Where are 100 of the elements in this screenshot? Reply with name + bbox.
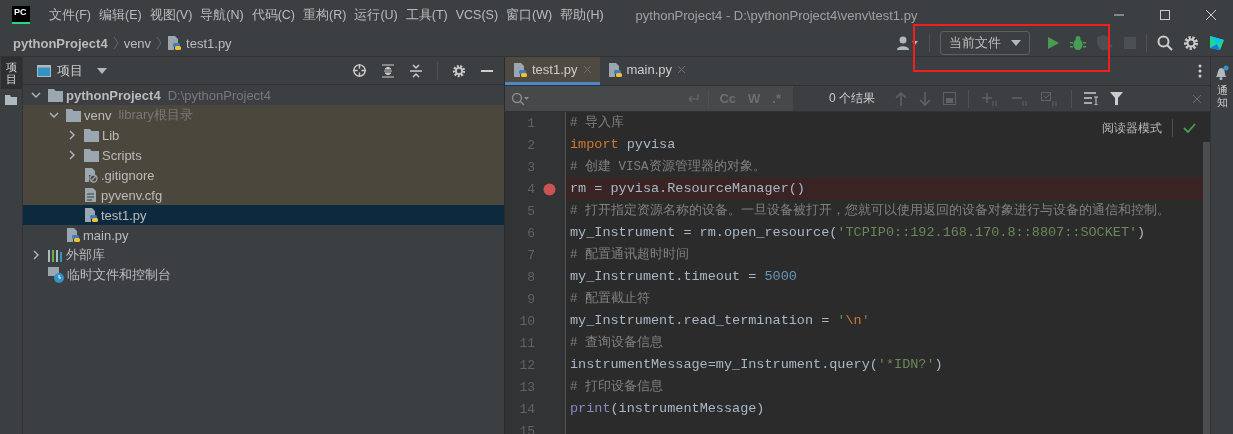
tree-row[interactable]: pythonProject4 D:\pythonProject4 bbox=[23, 85, 504, 105]
more-icon[interactable] bbox=[1198, 64, 1202, 78]
tree-row[interactable]: Scripts bbox=[23, 145, 504, 165]
check-icon bbox=[1183, 123, 1196, 133]
python-file-icon bbox=[66, 227, 80, 243]
app-logo: PC bbox=[12, 6, 30, 24]
tree-row[interactable]: 临时文件和控制台 bbox=[23, 265, 504, 285]
python-file-icon bbox=[167, 35, 182, 51]
code-line: my_Instrument.read_termination = '\n' bbox=[569, 312, 870, 330]
tab-label[interactable]: main.py bbox=[626, 62, 673, 77]
tree-label: Lib bbox=[102, 127, 120, 143]
collapse-all-icon[interactable] bbox=[409, 63, 423, 78]
tree-label: 外部库 bbox=[66, 246, 105, 264]
code-line: # 查询设备信息 bbox=[569, 334, 663, 352]
tree-row[interactable]: test1.py bbox=[23, 205, 504, 225]
menu-item[interactable]: 运行(U) bbox=[350, 6, 402, 24]
bell-icon[interactable] bbox=[1215, 65, 1229, 80]
tab-label[interactable]: test1.py bbox=[532, 62, 578, 77]
folder-icon bbox=[84, 148, 99, 162]
folder-icon bbox=[66, 108, 81, 122]
tree-label: pyvenv.cfg bbox=[101, 187, 163, 203]
locate-icon[interactable] bbox=[352, 63, 367, 78]
settings-icon[interactable] bbox=[452, 63, 466, 78]
menu-item[interactable]: 编辑(E) bbox=[94, 6, 146, 24]
code-line: instrumentMessage=my_Instrument.query('*IDN?') bbox=[569, 356, 943, 374]
user-icon[interactable] bbox=[897, 35, 919, 51]
filter-icon[interactable] bbox=[1110, 92, 1123, 105]
tree-label: 临时文件和控制台 bbox=[67, 266, 171, 284]
menu-item[interactable]: 工具(T) bbox=[401, 6, 452, 24]
tree-label: test1.py bbox=[101, 207, 147, 223]
tree-row[interactable]: main.py bbox=[23, 225, 504, 245]
chevron-icon bbox=[112, 36, 119, 50]
tree-hint: D:\pythonProject4 bbox=[167, 87, 271, 103]
chevron-icon[interactable] bbox=[67, 130, 77, 140]
python-file-icon bbox=[84, 207, 98, 223]
breadcrumb-item[interactable]: pythonProject4 bbox=[13, 35, 108, 51]
menu-item[interactable]: 文件(F) bbox=[45, 6, 95, 24]
run-icon[interactable] bbox=[1046, 36, 1060, 50]
breakpoint-icon[interactable] bbox=[543, 182, 556, 196]
chevron-icon[interactable] bbox=[31, 90, 41, 100]
menu-item[interactable]: 重构(R) bbox=[299, 6, 351, 24]
editor-tab[interactable]: test1.py bbox=[505, 57, 600, 85]
tree-label: main.py bbox=[83, 227, 129, 243]
caret-icon[interactable] bbox=[97, 67, 107, 74]
result-count: 0 个结果 bbox=[829, 90, 875, 107]
filter-lines-icon[interactable] bbox=[1084, 92, 1098, 105]
tree-label: Scripts bbox=[102, 147, 142, 163]
bug-icon[interactable] bbox=[1070, 35, 1086, 51]
tree-label: venv bbox=[84, 107, 112, 123]
project-tool-tab[interactable]: 项目 bbox=[0, 57, 22, 90]
caret-icon bbox=[1011, 40, 1021, 46]
text-file-icon bbox=[84, 187, 98, 203]
folder-icon[interactable] bbox=[5, 95, 17, 106]
code-line: # 配置通讯超时时间 bbox=[569, 246, 689, 264]
chevron-icon[interactable] bbox=[49, 110, 59, 120]
scrollbar[interactable] bbox=[1203, 142, 1210, 434]
scratch-icon bbox=[48, 267, 64, 283]
folder-icon bbox=[48, 88, 63, 102]
panel-title[interactable]: 项目 bbox=[57, 61, 83, 80]
tree-row[interactable]: 外部库 bbox=[23, 245, 504, 265]
python-file-icon bbox=[513, 61, 527, 78]
chevron-icon[interactable] bbox=[67, 150, 77, 160]
code-line: # 打印设备信息 bbox=[569, 378, 663, 396]
expand-all-icon[interactable] bbox=[381, 63, 395, 78]
menu-item[interactable]: 帮助(H) bbox=[556, 6, 608, 24]
menu-item[interactable]: 窗口(W) bbox=[502, 6, 557, 24]
tree-row[interactable]: pyvenv.cfg bbox=[23, 185, 504, 205]
tree-row[interactable]: Lib bbox=[23, 125, 504, 145]
tree-label: pythonProject4 bbox=[66, 87, 161, 103]
window-title: pythonProject4 - D:\pythonProject4\venv\test1.py bbox=[635, 7, 919, 23]
chevron-icon bbox=[156, 36, 163, 50]
chevron-icon[interactable] bbox=[31, 250, 41, 260]
panel-icon bbox=[37, 64, 51, 77]
code-line: my_Instrument.timeout = 5000 bbox=[569, 268, 797, 286]
reader-mode-label[interactable]: 阅读器模式 bbox=[1102, 119, 1162, 137]
breadcrumb-item[interactable]: test1.py bbox=[186, 35, 232, 51]
code-line: print(instrumentMessage) bbox=[569, 400, 765, 418]
maximize-icon[interactable] bbox=[1159, 9, 1171, 21]
tree-row[interactable]: .gitignore bbox=[23, 165, 504, 185]
search-icon[interactable] bbox=[1157, 35, 1173, 51]
code-line: # 创建 VISA资源管理器的对象。 bbox=[569, 158, 766, 176]
tree-label: .gitignore bbox=[101, 167, 155, 183]
code-line: # 导入库 bbox=[569, 114, 624, 132]
breadcrumb-item[interactable]: venv bbox=[123, 35, 152, 51]
run-config-dropdown[interactable]: 当前文件 bbox=[940, 31, 1030, 55]
menu-item[interactable]: 视图(V) bbox=[145, 6, 197, 24]
search-icon bbox=[511, 91, 529, 106]
ignored-file-icon bbox=[84, 167, 98, 183]
menu-item[interactable]: 导航(N) bbox=[196, 6, 248, 24]
folder-icon bbox=[84, 128, 99, 142]
code-line: import pyvisa bbox=[569, 136, 676, 154]
editor-tab[interactable]: main.py bbox=[599, 57, 695, 85]
notifications-tab[interactable]: 通知 bbox=[1216, 84, 1228, 109]
code-line: # 配置截止符 bbox=[569, 290, 650, 308]
settings-icon[interactable] bbox=[1183, 35, 1199, 51]
toolbox-logo-icon[interactable] bbox=[1209, 35, 1225, 51]
menu-item[interactable]: 代码(C) bbox=[247, 6, 300, 24]
python-file-icon bbox=[607, 61, 622, 78]
menu-item[interactable]: VCS(S) bbox=[451, 6, 503, 24]
code-line: my_Instrument = rm.open_resource('TCPIP0::192.168.170.8::8807::SOCKET') bbox=[569, 224, 1146, 242]
